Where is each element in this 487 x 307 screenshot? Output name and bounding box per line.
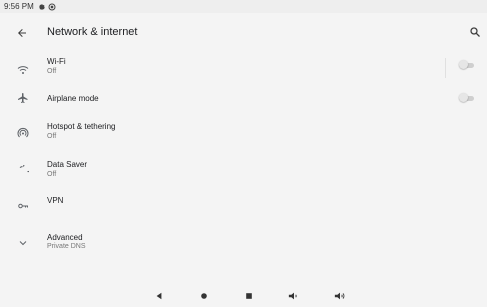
divider <box>445 58 446 78</box>
hotspot-summary: Off <box>47 133 57 140</box>
hotspot-title: Hotspot & tethering <box>47 122 116 131</box>
setting-wifi[interactable]: Wi-Fi Off <box>0 52 487 88</box>
wifi-toggle[interactable] <box>459 60 475 70</box>
toggle-knob <box>459 93 468 102</box>
status-bar: 9:56 PM <box>0 0 487 13</box>
setting-data-saver[interactable]: Data Saver Off <box>0 156 487 192</box>
status-time: 9:56 PM <box>4 2 34 11</box>
recents-nav-icon[interactable] <box>243 290 255 302</box>
airplane-title: Airplane mode <box>47 94 99 103</box>
data-saver-icon <box>16 164 30 178</box>
wifi-icon <box>16 63 30 77</box>
wifi-summary: Off <box>47 68 57 75</box>
advanced-title: Advanced <box>47 233 83 242</box>
data-saver-summary: Off <box>47 171 57 178</box>
page-title: Network & internet <box>47 26 138 38</box>
shield-status-icon <box>48 3 56 11</box>
chevron-down-icon <box>16 236 30 250</box>
setting-hotspot[interactable]: Hotspot & tethering Off <box>0 118 487 154</box>
vpn-key-icon <box>16 199 30 213</box>
vpn-title: VPN <box>47 196 64 205</box>
search-icon[interactable] <box>469 25 483 39</box>
wifi-title: Wi-Fi <box>47 57 66 66</box>
settings-status-icon <box>38 3 46 11</box>
advanced-summary: Private DNS <box>47 243 86 250</box>
navigation-bar <box>0 285 487 307</box>
back-nav-icon[interactable] <box>153 290 165 302</box>
volume-down-icon[interactable] <box>288 290 300 302</box>
volume-up-icon[interactable] <box>334 290 346 302</box>
app-bar: Network & internet <box>0 13 487 53</box>
data-saver-title: Data Saver <box>47 160 88 169</box>
toggle-knob <box>459 60 468 69</box>
setting-advanced[interactable]: Advanced Private DNS <box>0 230 487 266</box>
airplane-toggle[interactable] <box>459 93 475 103</box>
setting-vpn[interactable]: VPN <box>0 190 487 226</box>
home-nav-icon[interactable] <box>198 290 210 302</box>
hotspot-icon <box>16 126 30 140</box>
airplane-icon <box>16 91 30 105</box>
arrow-back-icon[interactable] <box>14 25 30 41</box>
